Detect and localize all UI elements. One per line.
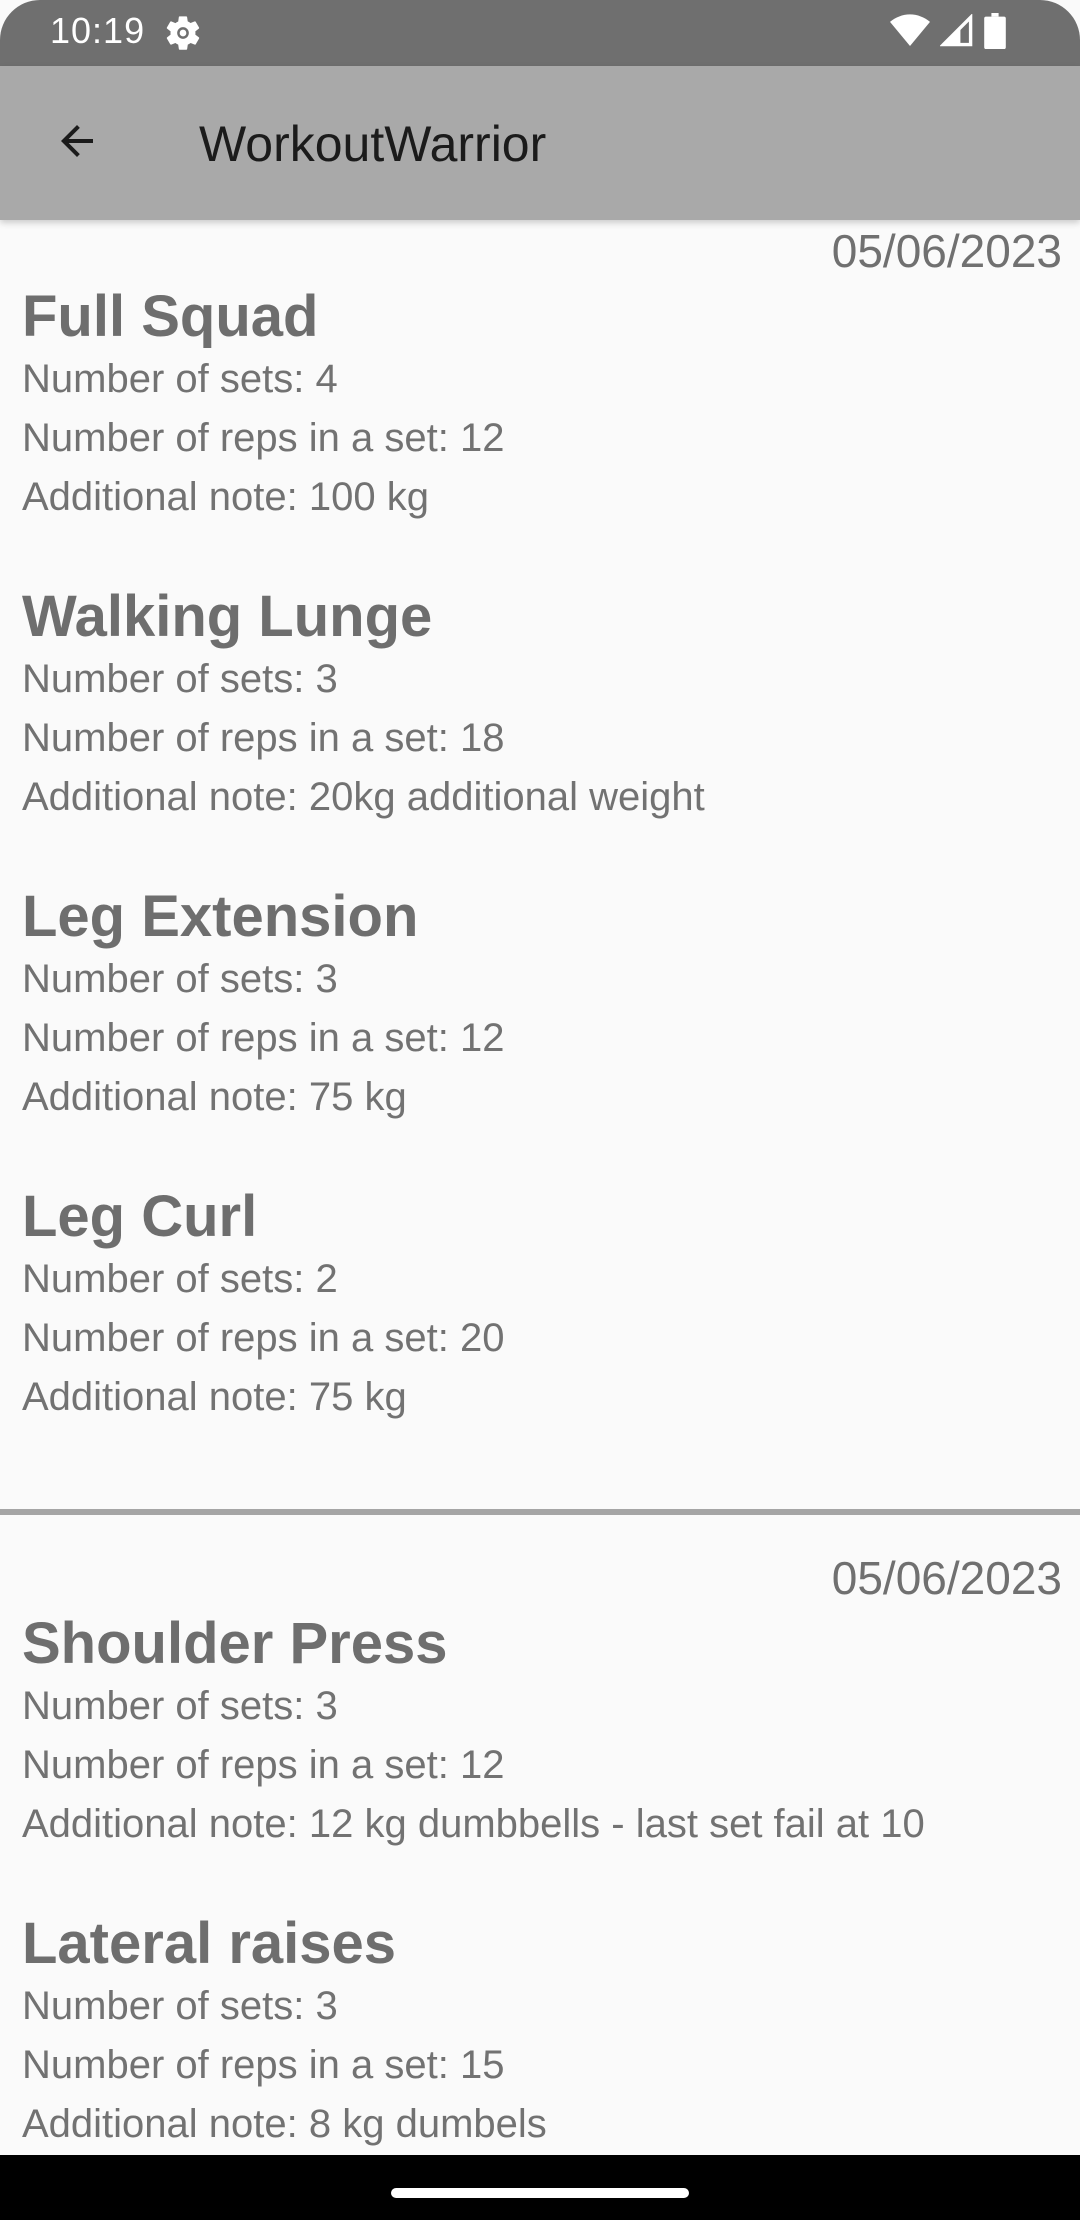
- note-label: Additional note:: [22, 2102, 309, 2146]
- sets-label: Number of sets:: [22, 1257, 316, 1301]
- sets-value: 3: [315, 657, 338, 701]
- exercise-sets: Number of sets: 2: [22, 1250, 1062, 1309]
- status-icons: [890, 12, 1006, 54]
- sets-value: 3: [315, 1684, 338, 1728]
- reps-label: Number of reps in a set:: [22, 716, 460, 760]
- settings-gear-icon: [163, 13, 203, 53]
- sets-value: 3: [315, 1984, 338, 2028]
- note-value: 8 kg dumbels: [308, 2102, 547, 2146]
- phone-screen: 10:19 WorkoutWarrior 05/06/2023 Full Squ…: [0, 0, 1080, 2220]
- workout-card[interactable]: 05/06/2023 Shoulder Press Number of sets…: [0, 1515, 1080, 2155]
- reps-value: 12: [459, 1016, 505, 1060]
- workout-card[interactable]: 05/06/2023 Full Squad Number of sets: 4 …: [0, 220, 1080, 1550]
- exercise-name: Leg Extension: [22, 884, 419, 949]
- sets-label: Number of sets:: [22, 657, 316, 701]
- note-value: 12 kg dumbbells - last set fail at 10: [308, 1802, 925, 1846]
- exercise-sets: Number of sets: 3: [22, 1677, 1062, 1736]
- signal-icon: [939, 12, 974, 53]
- reps-label: Number of reps in a set:: [22, 2043, 460, 2087]
- battery-icon: [984, 12, 1006, 54]
- note-value: 100 kg: [308, 475, 429, 519]
- exercise-reps: Number of reps in a set: 12: [22, 1009, 1062, 1068]
- exercise-reps: Number of reps in a set: 20: [22, 1309, 1062, 1368]
- note-value: 75 kg: [308, 1375, 407, 1419]
- status-time: 10:19: [50, 10, 146, 51]
- note-value: 75 kg: [308, 1075, 407, 1119]
- note-label: Additional note:: [22, 775, 309, 819]
- note-value: 20kg additional weight: [308, 775, 705, 819]
- exercise-name: Shoulder Press: [22, 1611, 448, 1676]
- sets-value: 4: [315, 357, 338, 401]
- exercise-reps: Number of reps in a set: 12: [22, 1736, 1062, 1795]
- reps-label: Number of reps in a set:: [22, 1016, 460, 1060]
- exercise-item: Walking Lunge Number of sets: 3 Number o…: [22, 584, 1062, 827]
- reps-value: 12: [459, 1743, 505, 1787]
- workout-list[interactable]: 05/06/2023 Full Squad Number of sets: 4 …: [0, 220, 1080, 2155]
- exercise-item: Full Squad Number of sets: 4 Number of r…: [22, 284, 1062, 527]
- exercise-note: Additional note: 75 kg: [22, 1368, 1062, 1427]
- home-gesture-handle[interactable]: [391, 2188, 689, 2198]
- exercise-sets: Number of sets: 3: [22, 1977, 1062, 2036]
- exercise-note: Additional note: 100 kg: [22, 468, 1062, 527]
- sets-value: 3: [315, 957, 338, 1001]
- exercise-note: Additional note: 75 kg: [22, 1068, 1062, 1127]
- reps-label: Number of reps in a set:: [22, 1743, 460, 1787]
- workout-date: 05/06/2023: [831, 225, 1062, 277]
- exercise-name: Lateral raises: [22, 1911, 397, 1976]
- exercise-name: Walking Lunge: [22, 584, 433, 649]
- reps-value: 15: [459, 2043, 505, 2087]
- exercise-sets: Number of sets: 4: [22, 350, 1062, 409]
- exercise-reps: Number of reps in a set: 12: [22, 409, 1062, 468]
- exercise-reps: Number of reps in a set: 15: [22, 2036, 1062, 2095]
- exercise-note: Additional note: 12 kg dumbbells - last …: [22, 1795, 1062, 1854]
- exercise-note: Additional note: 20kg additional weight: [22, 768, 1062, 827]
- note-label: Additional note:: [22, 1802, 309, 1846]
- exercise-item: Shoulder Press Number of sets: 3 Number …: [22, 1611, 1062, 1854]
- exercise-reps: Number of reps in a set: 18: [22, 709, 1062, 768]
- navigation-bar: [0, 2155, 1080, 2220]
- note-label: Additional note:: [22, 475, 309, 519]
- exercise-sets: Number of sets: 3: [22, 650, 1062, 709]
- workout-date: 05/06/2023: [831, 1552, 1062, 1604]
- reps-value: 12: [459, 416, 505, 460]
- reps-value: 20: [459, 1316, 505, 1360]
- sets-value: 2: [315, 1257, 338, 1301]
- back-button[interactable]: [42, 108, 112, 178]
- reps-value: 18: [459, 716, 505, 760]
- exercise-item: Lateral raises Number of sets: 3 Number …: [22, 1911, 1062, 2154]
- sets-label: Number of sets:: [22, 1684, 316, 1728]
- sets-label: Number of sets:: [22, 1984, 316, 2028]
- sets-label: Number of sets:: [22, 357, 316, 401]
- exercise-sets: Number of sets: 3: [22, 950, 1062, 1009]
- status-bar: 10:19: [0, 0, 1080, 66]
- exercise-name: Leg Curl: [22, 1184, 258, 1249]
- exercise-item: Leg Curl Number of sets: 2 Number of rep…: [22, 1184, 1062, 1427]
- arrow-left-icon: [53, 117, 101, 170]
- exercise-note: Additional note: 8 kg dumbels: [22, 2095, 1062, 2154]
- app-bar: WorkoutWarrior: [0, 66, 1080, 220]
- note-label: Additional note:: [22, 1075, 309, 1119]
- exercise-name: Full Squad: [22, 284, 319, 349]
- reps-label: Number of reps in a set:: [22, 416, 460, 460]
- exercise-item: Leg Extension Number of sets: 3 Number o…: [22, 884, 1062, 1127]
- note-label: Additional note:: [22, 1375, 309, 1419]
- wifi-icon: [890, 13, 930, 53]
- reps-label: Number of reps in a set:: [22, 1316, 460, 1360]
- app-title: WorkoutWarrior: [199, 116, 547, 172]
- sets-label: Number of sets:: [22, 957, 316, 1001]
